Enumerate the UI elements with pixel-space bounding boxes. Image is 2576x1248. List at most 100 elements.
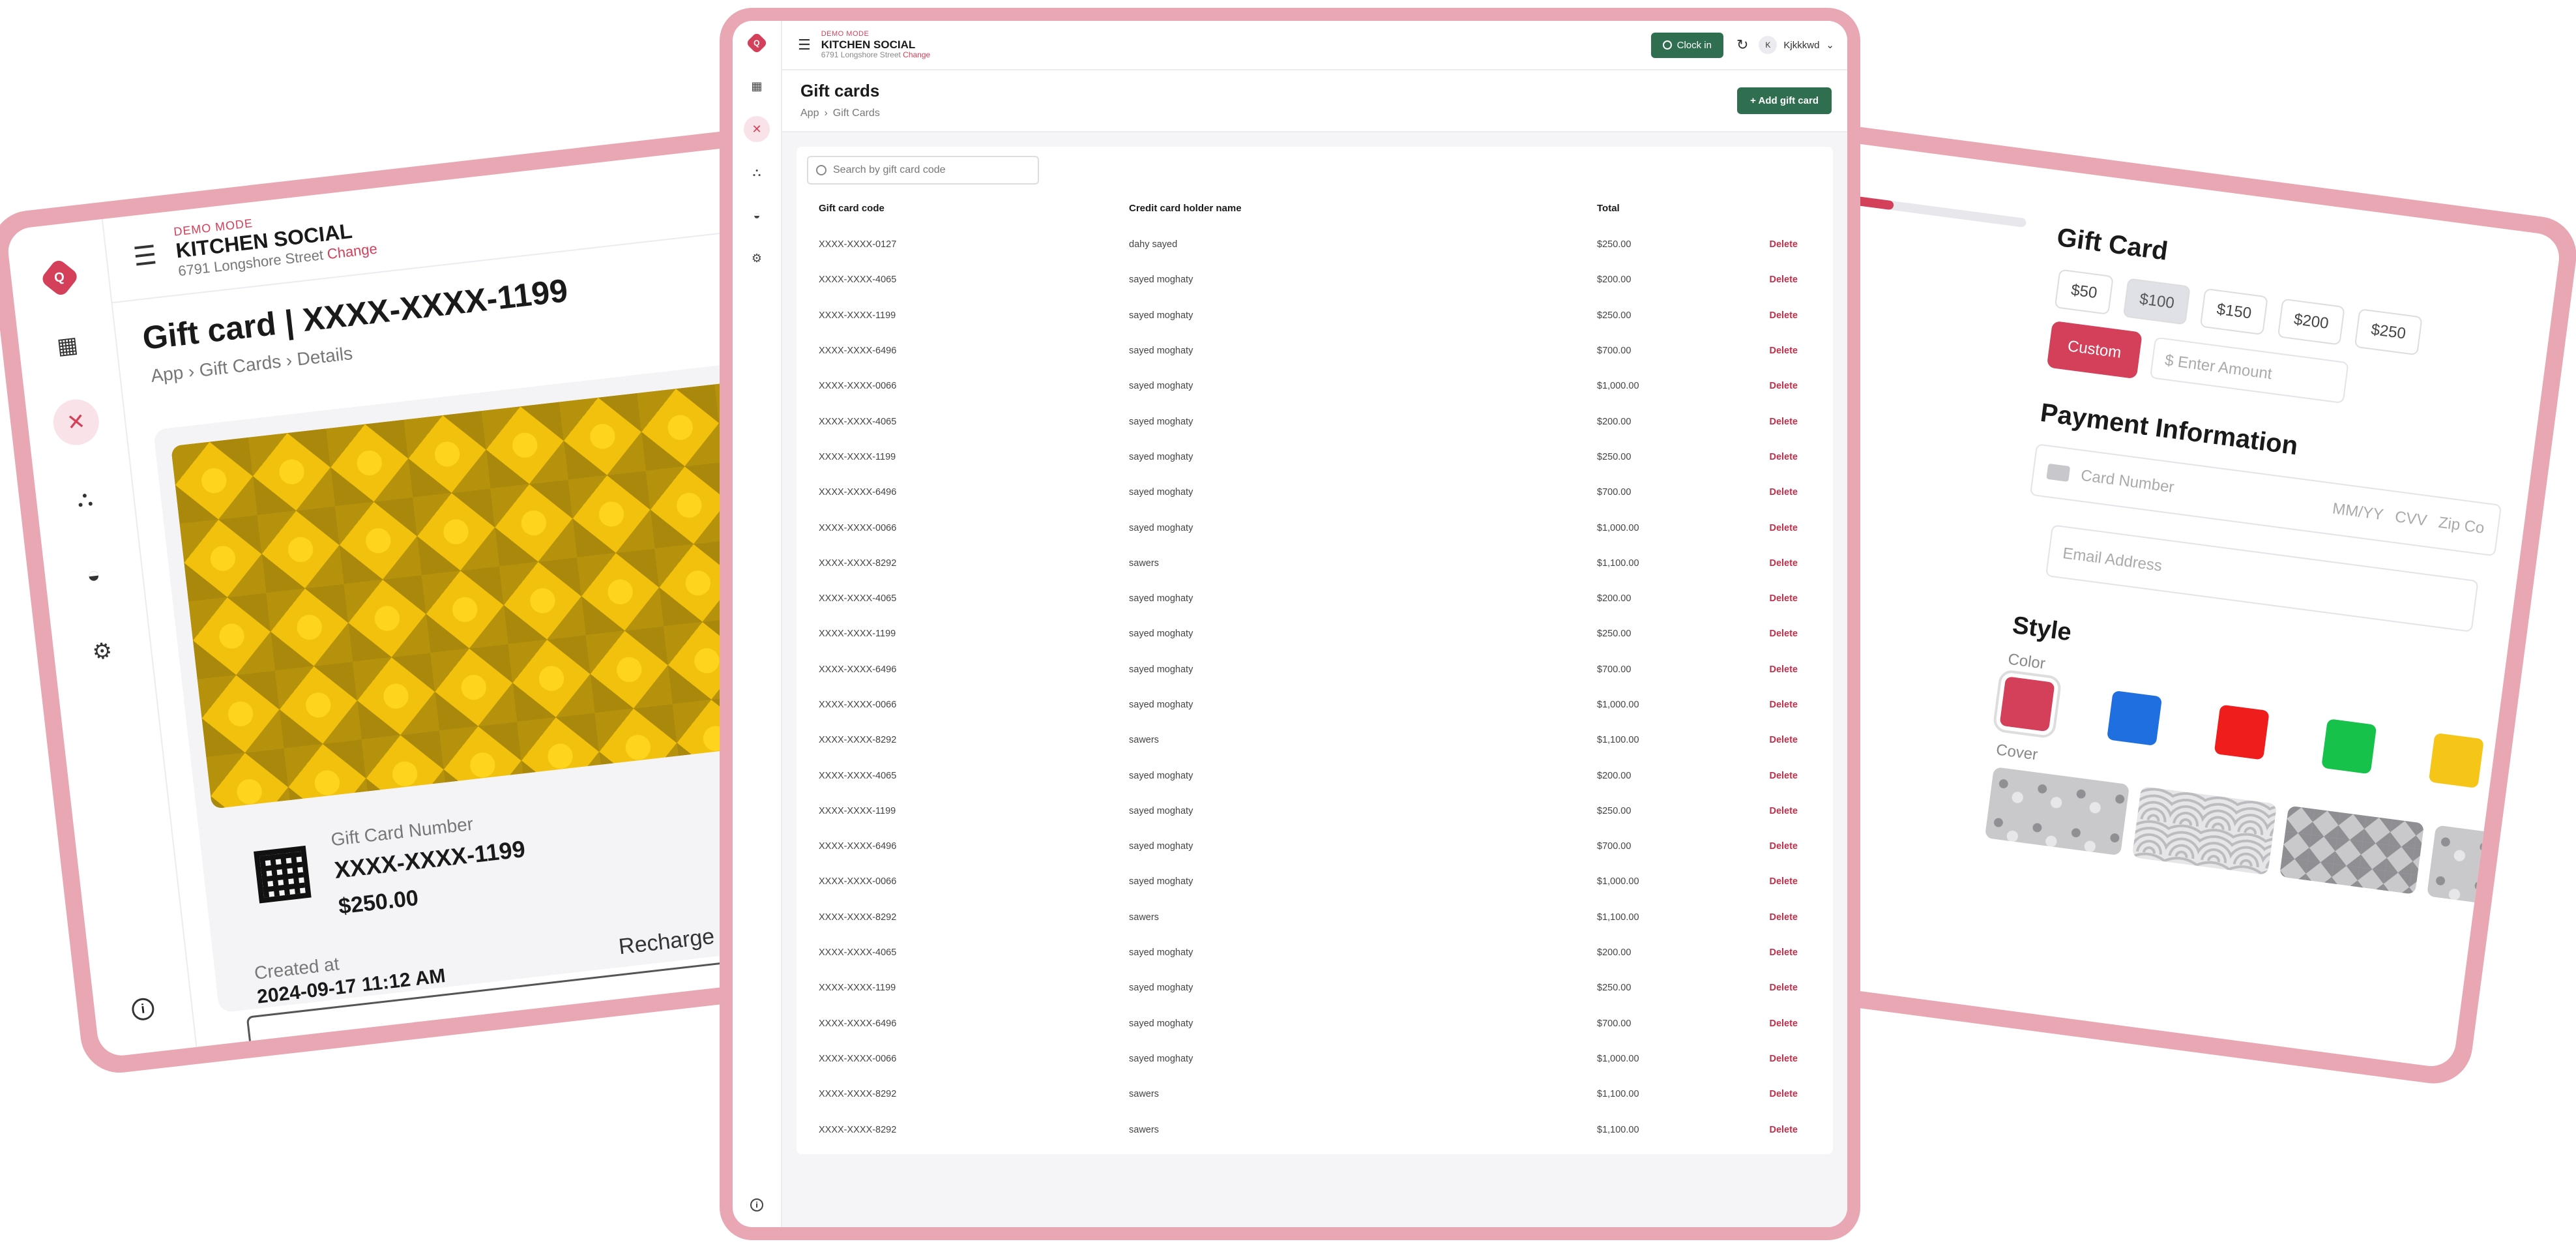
table-row[interactable]: XXXX-XXXX-4065 sayed moghaty $200.00 Delete bbox=[807, 758, 1824, 793]
delete-button[interactable]: Delete bbox=[1704, 1112, 1824, 1147]
clock-in-button[interactable]: Clock in bbox=[1650, 32, 1723, 58]
table-row[interactable]: XXXX-XXXX-4065 sayed moghaty $200.00 Delete bbox=[807, 404, 1824, 439]
color-swatch-blue[interactable] bbox=[2106, 690, 2163, 747]
column-header-total[interactable]: Total bbox=[1585, 203, 1704, 227]
delete-button[interactable]: Delete bbox=[1704, 829, 1824, 864]
delete-button[interactable]: Delete bbox=[1704, 333, 1824, 368]
gear-icon[interactable]: ⚙ bbox=[77, 627, 127, 677]
table-row[interactable]: XXXX-XXXX-6496 sayed moghaty $700.00 Delete bbox=[807, 1006, 1824, 1041]
table-row[interactable]: XXXX-XXXX-0066 sayed moghaty $1,000.00 Dele… bbox=[807, 368, 1824, 404]
info-icon[interactable]: i bbox=[750, 1198, 763, 1211]
delete-button[interactable]: Delete bbox=[1704, 900, 1824, 935]
table-row[interactable]: XXXX-XXXX-8292 sawers $1,100.00 Delete bbox=[807, 1077, 1824, 1112]
table-row[interactable]: XXXX-XXXX-1199 sayed moghaty $250.00 Delete bbox=[807, 616, 1824, 651]
gear-icon[interactable]: ⚙ bbox=[744, 245, 770, 271]
breadcrumb-app[interactable]: App bbox=[800, 108, 819, 119]
table-row[interactable]: XXXX-XXXX-1199 sayed moghaty $250.00 Delete bbox=[807, 439, 1824, 475]
table-row[interactable]: XXXX-XXXX-0066 sayed moghaty $1,000.00 Dele… bbox=[807, 1041, 1824, 1077]
table-row[interactable]: XXXX-XXXX-0127 dahy sayed $250.00 Delete bbox=[807, 227, 1824, 262]
card-number-field[interactable]: Card Number bbox=[2080, 467, 2175, 498]
amount-input[interactable]: $ Enter Amount bbox=[2149, 336, 2349, 404]
amount-250-button[interactable]: $250 bbox=[2354, 308, 2423, 356]
table-row[interactable]: XXXX-XXXX-4065 sayed moghaty $200.00 Delete bbox=[807, 935, 1824, 970]
table-row[interactable]: XXXX-XXXX-6496 sayed moghaty $700.00 Delete bbox=[807, 475, 1824, 510]
delete-button[interactable]: Delete bbox=[1704, 262, 1824, 297]
table-row[interactable]: XXXX-XXXX-1199 sayed moghaty $250.00 Delete bbox=[807, 298, 1824, 333]
delete-button[interactable]: Delete bbox=[1704, 864, 1824, 899]
amount-150-button[interactable]: $150 bbox=[2200, 288, 2268, 336]
column-header-code[interactable]: Gift card code bbox=[807, 203, 1117, 227]
add-gift-card-button[interactable]: + Add gift card bbox=[1737, 87, 1832, 114]
delete-button[interactable]: Delete bbox=[1704, 368, 1824, 404]
color-swatch-red[interactable] bbox=[1992, 668, 2062, 739]
app-logo-icon[interactable]: Q bbox=[39, 258, 80, 298]
delete-button[interactable]: Delete bbox=[1704, 404, 1824, 439]
breadcrumb-gift-cards[interactable]: Gift Cards bbox=[198, 351, 282, 380]
color-swatch-green[interactable] bbox=[2321, 719, 2377, 775]
hierarchy-icon[interactable]: ⛬ bbox=[59, 473, 110, 524]
cvv-field[interactable]: CVV bbox=[2393, 508, 2428, 530]
color-swatch-yellow[interactable] bbox=[2428, 732, 2484, 789]
cover-option-2[interactable] bbox=[2131, 786, 2277, 876]
info-icon[interactable]: i bbox=[130, 996, 156, 1022]
user-menu[interactable]: K Kjkkkwd ⌄ bbox=[1759, 36, 1834, 54]
delete-button[interactable]: Delete bbox=[1704, 581, 1824, 616]
delete-button[interactable]: Delete bbox=[1704, 970, 1824, 1005]
table-row[interactable]: XXXX-XXXX-8292 sawers $1,100.00 Delete bbox=[807, 1112, 1824, 1147]
cover-option-1[interactable] bbox=[1984, 766, 2130, 856]
hierarchy-icon[interactable]: ⛬ bbox=[744, 159, 770, 185]
delete-button[interactable]: Delete bbox=[1704, 475, 1824, 510]
dish-icon[interactable]: ◒ bbox=[744, 202, 770, 228]
dashboard-icon[interactable]: ▦ bbox=[42, 321, 93, 371]
table-row[interactable]: XXXX-XXXX-4065 sayed moghaty $200.00 Delete bbox=[807, 262, 1824, 297]
dashboard-icon[interactable]: ▦ bbox=[744, 73, 770, 99]
table-row[interactable]: XXXX-XXXX-6496 sayed moghaty $700.00 Delete bbox=[807, 652, 1824, 687]
app-logo-icon[interactable]: Q bbox=[746, 32, 768, 54]
menu-icon[interactable]: ☰ bbox=[798, 37, 811, 53]
table-row[interactable]: XXXX-XXXX-0066 sayed moghaty $1,000.00 Dele… bbox=[807, 510, 1824, 545]
cover-option-4[interactable] bbox=[2426, 825, 2562, 914]
delete-button[interactable]: Delete bbox=[1704, 510, 1824, 545]
table-row[interactable]: XXXX-XXXX-6496 sayed moghaty $700.00 Delete bbox=[807, 829, 1824, 864]
table-row[interactable]: XXXX-XXXX-4065 sayed moghaty $200.00 Delete bbox=[807, 581, 1824, 616]
delete-button[interactable]: Delete bbox=[1704, 546, 1824, 581]
custom-amount-button[interactable]: Custom bbox=[2046, 320, 2143, 379]
amount-50-button[interactable]: $50 bbox=[2054, 269, 2114, 315]
table-row[interactable]: XXXX-XXXX-0066 sayed moghaty $1,000.00 Dele… bbox=[807, 864, 1824, 899]
table-row[interactable]: XXXX-XXXX-0066 sayed moghaty $1,000.00 Dele… bbox=[807, 687, 1824, 722]
search-input[interactable] bbox=[833, 164, 1022, 176]
utensils-icon[interactable]: ✕ bbox=[51, 396, 102, 448]
delete-button[interactable]: Delete bbox=[1704, 1006, 1824, 1041]
utensils-icon[interactable]: ✕ bbox=[744, 116, 770, 142]
delete-button[interactable]: Delete bbox=[1704, 1041, 1824, 1077]
delete-button[interactable]: Delete bbox=[1704, 227, 1824, 262]
column-header-holder[interactable]: Credit card holder name bbox=[1117, 203, 1585, 227]
delete-button[interactable]: Delete bbox=[1704, 935, 1824, 970]
delete-button[interactable]: Delete bbox=[1704, 652, 1824, 687]
table-row[interactable]: XXXX-XXXX-6496 sayed moghaty $700.00 Delete bbox=[807, 333, 1824, 368]
delete-button[interactable]: Delete bbox=[1704, 616, 1824, 651]
delete-button[interactable]: Delete bbox=[1704, 1077, 1824, 1112]
delete-button[interactable]: Delete bbox=[1704, 722, 1824, 758]
delete-button[interactable]: Delete bbox=[1704, 298, 1824, 333]
delete-button[interactable]: Delete bbox=[1704, 687, 1824, 722]
delete-button[interactable]: Delete bbox=[1704, 794, 1824, 829]
menu-icon[interactable]: ☰ bbox=[132, 240, 158, 273]
expiry-field[interactable]: MM/YY bbox=[2332, 499, 2385, 524]
table-row[interactable]: XXXX-XXXX-1199 sayed moghaty $250.00 Delete bbox=[807, 970, 1824, 1005]
change-location-link[interactable]: Change bbox=[903, 50, 930, 59]
table-row[interactable]: XXXX-XXXX-8292 sawers $1,100.00 Delete bbox=[807, 900, 1824, 935]
amount-100-button[interactable]: $100 bbox=[2122, 278, 2191, 325]
table-row[interactable]: XXXX-XXXX-8292 sawers $1,100.00 Delete bbox=[807, 546, 1824, 581]
table-row[interactable]: XXXX-XXXX-1199 sayed moghaty $250.00 Delete bbox=[807, 794, 1824, 829]
search-box[interactable] bbox=[807, 156, 1039, 185]
breadcrumb-app[interactable]: App bbox=[150, 363, 184, 386]
zip-field[interactable]: Zip Co bbox=[2437, 514, 2485, 538]
amount-200-button[interactable]: $200 bbox=[2277, 298, 2345, 346]
delete-button[interactable]: Delete bbox=[1704, 758, 1824, 793]
dish-icon[interactable]: ◒ bbox=[68, 550, 119, 600]
color-swatch-bright-red[interactable] bbox=[2214, 704, 2270, 760]
refresh-icon[interactable]: ↻ bbox=[1736, 37, 1748, 53]
cover-option-3[interactable] bbox=[2279, 805, 2425, 895]
table-row[interactable]: XXXX-XXXX-8292 sawers $1,100.00 Delete bbox=[807, 722, 1824, 758]
